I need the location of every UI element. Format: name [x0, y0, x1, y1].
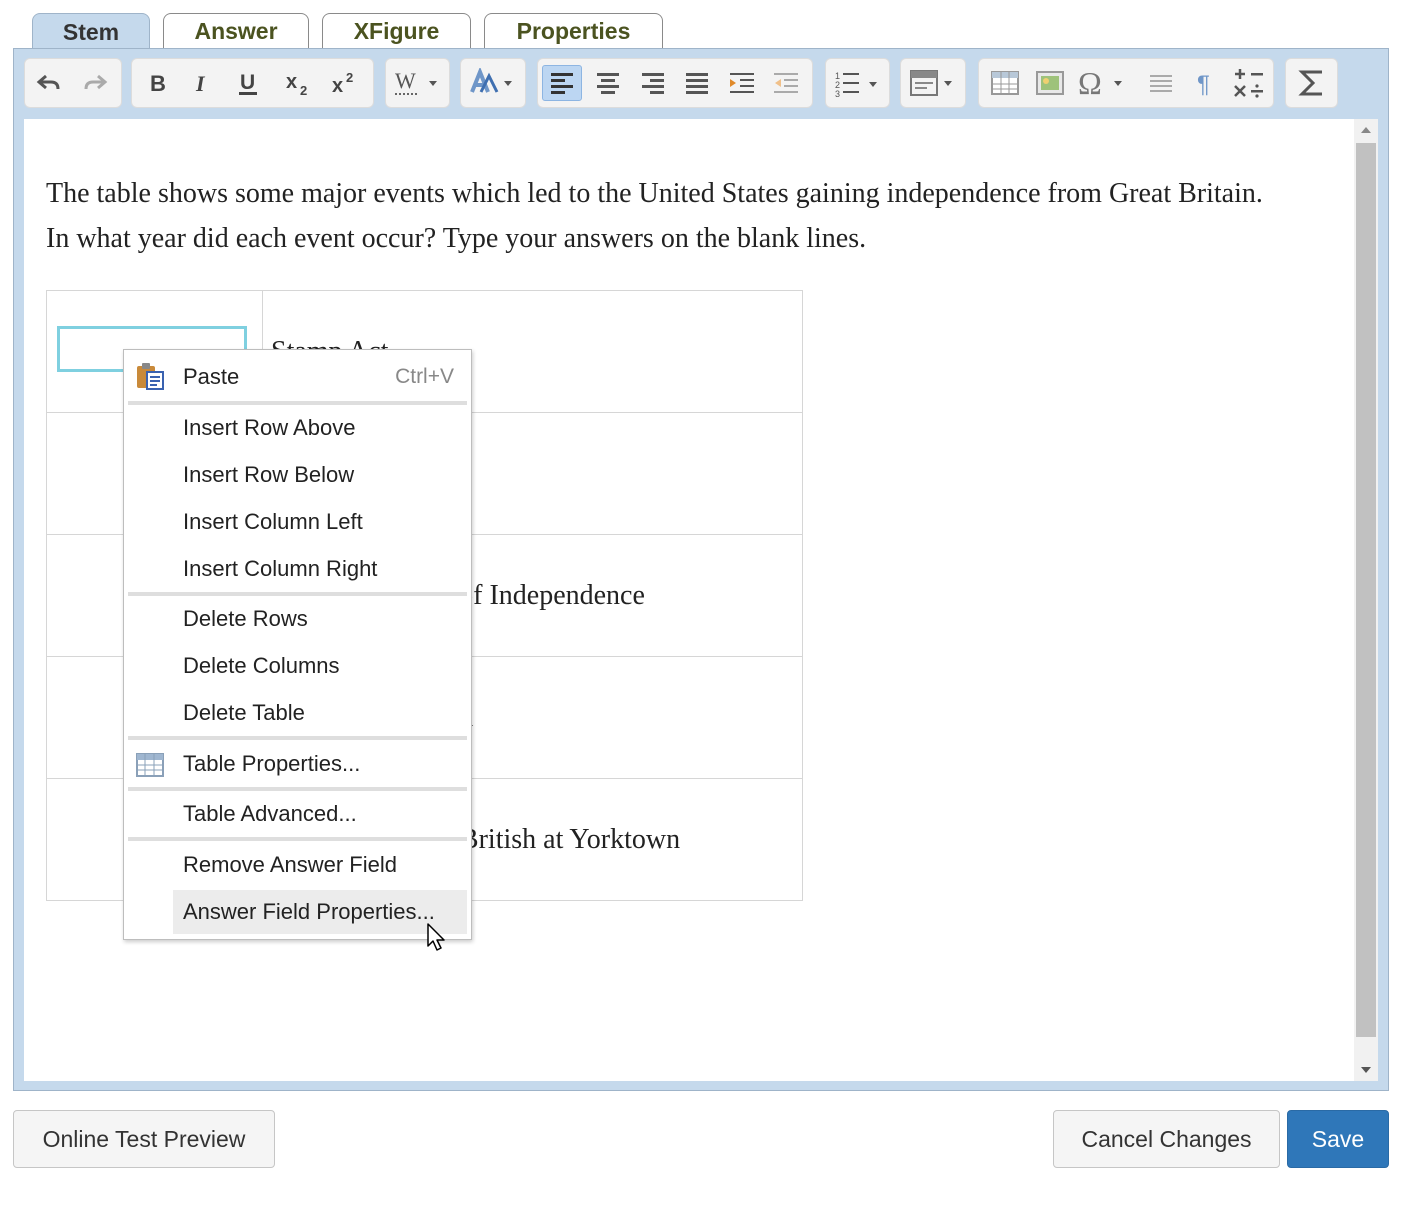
menu-item-label: Paste	[183, 364, 240, 389]
menu-item-label: Table Properties...	[183, 751, 361, 776]
menu-item-label: Table Advanced...	[183, 801, 357, 826]
special-char-icon[interactable]: Ω	[1075, 65, 1131, 101]
button-label: Save	[1311, 1125, 1365, 1152]
tab-answer[interactable]: Answer	[163, 13, 309, 48]
align-center-icon[interactable]	[588, 65, 628, 101]
menu-item-insert-row-above[interactable]: Insert Row Above	[173, 406, 467, 450]
menu-item-label: Insert Row Above	[183, 415, 356, 440]
format-icon[interactable]	[907, 65, 959, 101]
tab-label: XFigure	[353, 17, 440, 44]
button-label: Online Test Preview	[42, 1125, 246, 1152]
menu-item-delete-rows[interactable]: Delete Rows	[173, 597, 467, 641]
menu-separator	[128, 401, 467, 405]
format-group	[900, 58, 966, 108]
list-group: 123	[825, 58, 890, 108]
svg-text:x: x	[286, 71, 297, 93]
menu-item-paste[interactable]: Paste Ctrl+V	[137, 355, 467, 399]
menu-item-table-properties[interactable]: Table Properties...	[136, 742, 467, 786]
button-label: Cancel Changes	[1081, 1125, 1252, 1152]
undo-icon[interactable]	[29, 65, 69, 101]
svg-text:x: x	[332, 75, 343, 96]
insert-group: Ω ¶	[978, 58, 1274, 108]
text-color-icon[interactable]	[467, 65, 519, 101]
menu-item-answer-field-properties[interactable]: Answer Field Properties...	[173, 890, 467, 934]
math-operators-icon[interactable]	[1229, 65, 1269, 101]
table-properties-icon	[136, 753, 164, 777]
text-color-group	[460, 58, 526, 108]
menu-item-insert-column-right[interactable]: Insert Column Right	[173, 547, 467, 591]
font-group: W	[385, 58, 450, 108]
vertical-scrollbar[interactable]	[1354, 119, 1378, 1081]
numbered-list-icon[interactable]: 123	[832, 65, 884, 101]
menu-item-insert-row-below[interactable]: Insert Row Below	[173, 453, 467, 497]
online-test-preview-button[interactable]: Online Test Preview	[13, 1110, 275, 1168]
indent-icon[interactable]	[722, 65, 762, 101]
stem-text: The table shows some major events which …	[46, 178, 1263, 254]
svg-text:2: 2	[300, 83, 307, 96]
menu-separator	[128, 837, 467, 841]
svg-text:W: W	[395, 68, 416, 93]
align-right-icon[interactable]	[633, 65, 673, 101]
table-icon[interactable]	[985, 65, 1025, 101]
menu-separator	[128, 592, 467, 596]
menu-separator	[128, 787, 467, 791]
alignment-group	[537, 58, 813, 108]
scroll-up-arrow-icon[interactable]	[1354, 119, 1378, 141]
menu-item-delete-columns[interactable]: Delete Columns	[173, 644, 467, 688]
menu-item-label: Remove Answer Field	[183, 852, 397, 877]
paste-icon	[137, 363, 164, 390]
menu-item-remove-answer-field[interactable]: Remove Answer Field	[173, 843, 467, 887]
tab-label: Properties	[516, 17, 631, 44]
mouse-pointer-icon	[427, 923, 445, 951]
scrollbar-thumb[interactable]	[1356, 143, 1376, 1037]
tab-label: Stem	[62, 18, 120, 45]
menu-item-label: Answer Field Properties...	[183, 899, 435, 924]
context-menu: Paste Ctrl+V Insert Row Above Insert Row…	[123, 349, 472, 940]
image-icon[interactable]	[1030, 65, 1070, 101]
redo-icon[interactable]	[75, 65, 115, 101]
menu-item-delete-table[interactable]: Delete Table	[173, 691, 467, 735]
horizontal-rule-icon[interactable]	[1141, 65, 1181, 101]
font-icon[interactable]: W	[392, 65, 444, 101]
svg-text:3: 3	[835, 89, 840, 97]
superscript-icon[interactable]: x2	[326, 65, 366, 101]
underline-icon[interactable]: U	[228, 65, 268, 101]
menu-item-label: Insert Column Right	[183, 556, 378, 581]
menu-item-table-advanced[interactable]: Table Advanced...	[173, 792, 467, 836]
svg-text:Ω: Ω	[1078, 68, 1102, 98]
bold-icon[interactable]: B	[138, 65, 178, 101]
menu-item-insert-column-left[interactable]: Insert Column Left	[173, 500, 467, 544]
menu-item-label: Insert Column Left	[183, 509, 363, 534]
svg-text:B: B	[150, 71, 166, 95]
tab-label: Answer	[194, 17, 278, 44]
text-style-group: B I U x2 x2	[131, 58, 374, 108]
save-button[interactable]: Save	[1287, 1110, 1389, 1168]
svg-text:¶: ¶	[1197, 71, 1210, 96]
justify-icon[interactable]	[677, 65, 717, 101]
svg-text:2: 2	[346, 70, 353, 85]
svg-text:I: I	[195, 71, 206, 95]
tab-xfigure[interactable]: XFigure	[322, 13, 471, 48]
italic-icon[interactable]: I	[182, 65, 222, 101]
paste-shortcut: Ctrl+V	[395, 365, 454, 388]
scroll-down-arrow-icon[interactable]	[1354, 1059, 1378, 1081]
menu-separator	[128, 736, 467, 740]
align-left-icon[interactable]	[542, 65, 582, 101]
cancel-changes-button[interactable]: Cancel Changes	[1053, 1110, 1280, 1168]
svg-text:U: U	[240, 71, 255, 94]
equation-icon[interactable]	[1292, 65, 1332, 101]
menu-item-label: Delete Rows	[183, 606, 308, 631]
tab-stem[interactable]: Stem	[32, 13, 150, 50]
menu-item-label: Delete Columns	[183, 653, 340, 678]
history-group	[24, 58, 122, 108]
subscript-icon[interactable]: x2	[280, 65, 320, 101]
tab-properties[interactable]: Properties	[484, 13, 663, 48]
menu-item-label: Insert Row Below	[183, 462, 355, 487]
equation-group	[1285, 58, 1338, 108]
paragraph-mark-icon[interactable]: ¶	[1185, 65, 1225, 101]
menu-item-label: Delete Table	[183, 700, 305, 725]
outdent-icon[interactable]	[766, 65, 806, 101]
